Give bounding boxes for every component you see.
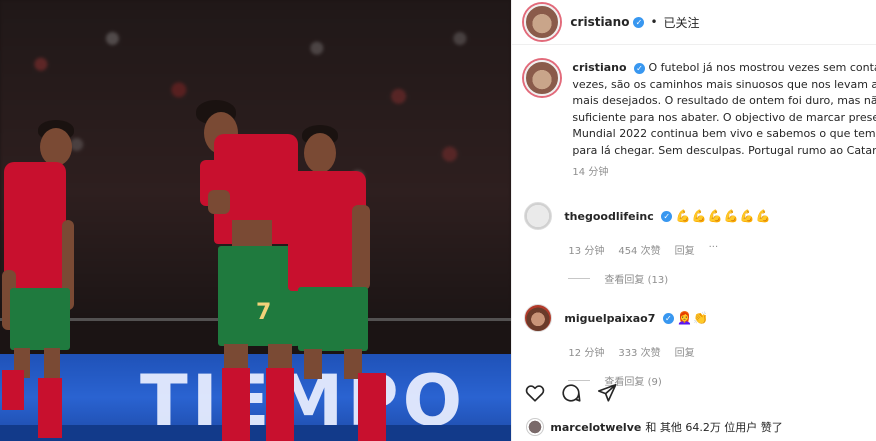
instagram-post-view: TIEMPO 7 cristiano ✓ • 已关注 cristiano ✓ O…: [0, 0, 876, 441]
comment-body: 👩‍🦰👏: [677, 310, 710, 325]
reply-button[interactable]: 回复: [675, 344, 695, 359]
caption-text: cristiano ✓ O futebol já nos mostrou vez…: [572, 60, 876, 182]
commenter-username[interactable]: miguelpaixao7: [564, 312, 655, 325]
caption: cristiano ✓ O futebol já nos mostrou vez…: [524, 60, 876, 182]
author-username[interactable]: cristiano: [570, 15, 629, 29]
comment-time: 13 分钟: [568, 245, 605, 257]
reply-button[interactable]: 回复: [675, 242, 695, 257]
comments-area: cristiano ✓ O futebol já nos mostrou vez…: [524, 60, 876, 388]
author-avatar[interactable]: [524, 4, 561, 40]
pitch: [0, 425, 512, 441]
share-send-icon[interactable]: [596, 382, 618, 404]
commenter-username[interactable]: thegoodlifeinc: [564, 210, 653, 223]
liker-username[interactable]: marcelotwelve: [550, 421, 641, 434]
header-separator: •: [650, 15, 658, 29]
comment-text: miguelpaixao7 ✓ 👩‍🦰👏: [564, 311, 709, 325]
comment-time: 12 分钟: [568, 347, 605, 359]
comment-bubble-icon[interactable]: [560, 382, 582, 404]
verified-badge-icon: ✓: [633, 16, 645, 28]
follow-status-button[interactable]: 已关注: [664, 14, 700, 31]
caption-avatar[interactable]: [524, 60, 561, 96]
verified-badge-icon: ✓: [662, 313, 674, 324]
comment-likes[interactable]: 333 次赞: [618, 344, 660, 359]
post-photo[interactable]: TIEMPO 7: [0, 0, 512, 441]
likes-summary: marcelotwelve 和 其他 64.2万 位用户 赞了: [526, 418, 783, 436]
view-replies-label: 查看回复 (13): [604, 274, 669, 286]
comment-text: thegoodlifeinc ✓ 💪💪💪💪💪💪: [564, 209, 771, 223]
shorts-number: 7: [256, 300, 272, 325]
comment-likes[interactable]: 454 次赞: [618, 242, 660, 257]
verified-badge-icon: ✓: [661, 211, 673, 222]
commenter-avatar[interactable]: [524, 201, 553, 230]
comment-meta: 13 分钟 454 次赞 回复 ···: [568, 242, 876, 257]
comment-meta: 12 分钟 333 次赞 回复: [568, 344, 876, 359]
comment-item: miguelpaixao7 ✓ 👩‍🦰👏: [524, 303, 876, 332]
comment-body: 💪💪💪💪💪💪: [675, 208, 772, 223]
likes-count-text[interactable]: 和 其他 64.2万 位用户 赞了: [645, 419, 782, 435]
verified-badge-icon: ✓: [634, 62, 646, 74]
post-actions: [524, 382, 618, 404]
view-replies-button[interactable]: 查看回复 (13): [568, 271, 876, 286]
caption-time: 14 分钟: [572, 167, 609, 178]
post-side-panel: cristiano ✓ • 已关注 cristiano ✓ O futebol …: [511, 0, 876, 441]
like-heart-icon[interactable]: [524, 382, 546, 404]
post-header: cristiano ✓ • 已关注: [512, 0, 876, 45]
liker-avatar[interactable]: [526, 418, 545, 436]
comment-item: thegoodlifeinc ✓ 💪💪💪💪💪💪: [524, 201, 876, 230]
caption-body: O futebol já nos mostrou vezes sem conta…: [572, 61, 876, 157]
caption-username[interactable]: cristiano: [572, 61, 626, 74]
replies-divider: [568, 379, 591, 381]
commenter-avatar[interactable]: [524, 303, 553, 332]
more-options-icon[interactable]: ···: [709, 242, 719, 257]
replies-divider: [568, 277, 591, 279]
